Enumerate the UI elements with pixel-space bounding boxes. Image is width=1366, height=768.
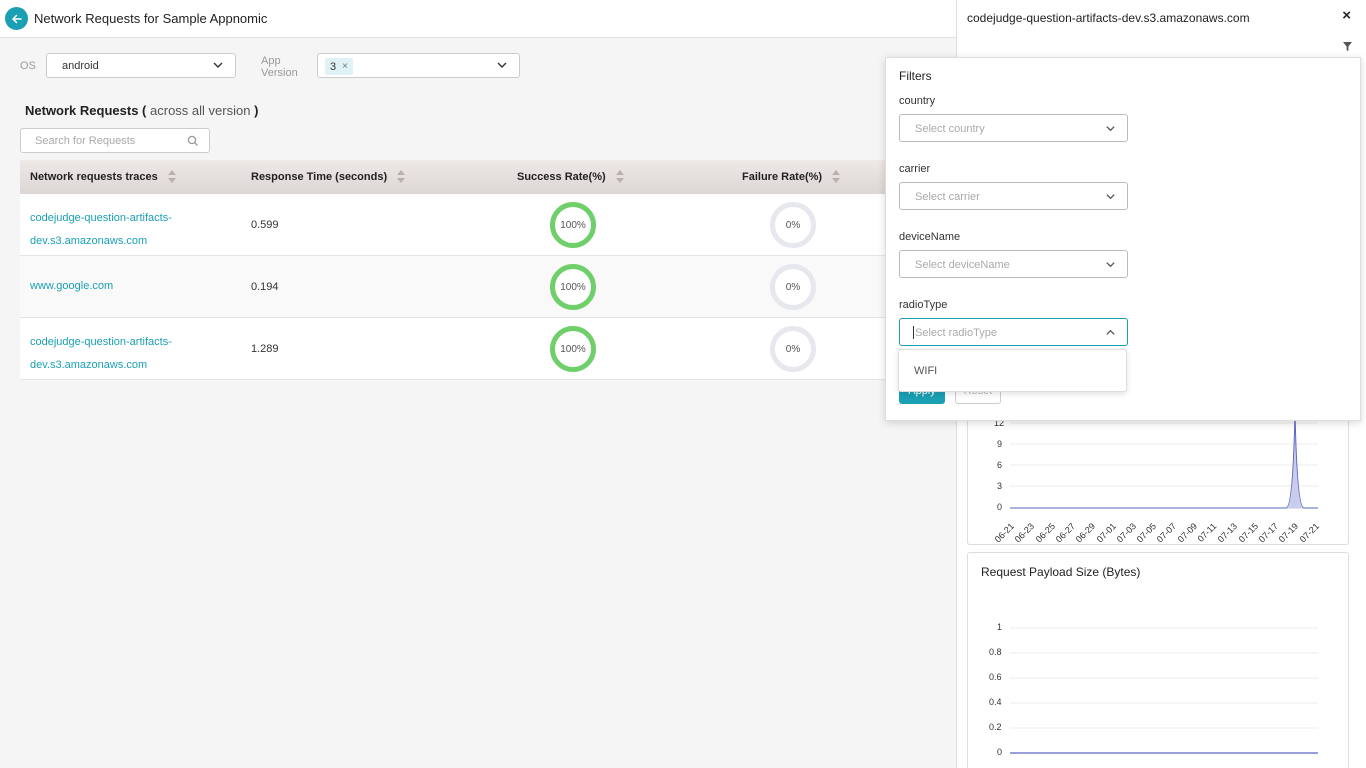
close-button[interactable]: × <box>1342 7 1351 24</box>
table-body: codejudge-question-artifacts-dev.s3.amaz… <box>20 194 956 380</box>
column-header-trace[interactable]: Network requests traces <box>30 170 177 183</box>
chevron-down-icon <box>1106 262 1115 268</box>
filter-funnel-icon[interactable] <box>1343 42 1352 51</box>
y-tick: 0.6 <box>989 672 1002 682</box>
chart-2-plot <box>1010 627 1318 754</box>
y-tick: 6 <box>997 460 1003 470</box>
section-title: Network Requests ( across all version ) <box>25 103 259 118</box>
carrier-select[interactable]: Select carrier <box>899 182 1128 210</box>
column-header-success[interactable]: Success Rate(%) <box>517 170 625 183</box>
country-select[interactable]: Select country <box>899 114 1128 142</box>
app-version-tag: 3 × <box>325 58 353 75</box>
response-time: 0.599 <box>251 219 279 231</box>
search-icon[interactable] <box>187 135 199 147</box>
country-label: country <box>899 95 936 107</box>
column-header-response[interactable]: Response Time (seconds) <box>251 170 406 183</box>
os-select-value: android <box>62 60 99 72</box>
chevron-up-icon <box>1106 329 1115 335</box>
failure-rate-donut: 0% <box>770 202 816 248</box>
app-version-label: App Version <box>261 55 298 79</box>
device-name-select[interactable]: Select deviceName <box>899 250 1128 278</box>
sort-icon[interactable] <box>832 170 841 183</box>
radio-type-select[interactable]: Select radioType <box>899 318 1128 346</box>
requests-table: Network requests traces Response Time (s… <box>20 160 956 380</box>
y-tick: 0.4 <box>989 697 1002 707</box>
trace-link[interactable]: codejudge-question-artifacts-dev.s3.amaz… <box>30 331 200 377</box>
response-time: 1.289 <box>251 343 279 355</box>
device-name-label: deviceName <box>899 231 961 243</box>
y-tick: 3 <box>997 481 1003 491</box>
text-caret <box>913 326 914 339</box>
dropdown-option-wifi[interactable]: WIFI <box>914 365 937 377</box>
y-tick: 9 <box>997 439 1003 449</box>
response-time: 0.194 <box>251 281 279 293</box>
filters-title: Filters <box>899 69 932 83</box>
os-label: OS <box>20 60 36 72</box>
success-rate-donut: 100% <box>550 202 596 248</box>
os-select[interactable]: android <box>46 53 236 78</box>
app-version-select[interactable]: 3 × <box>317 53 520 78</box>
back-button[interactable] <box>5 7 28 30</box>
y-tick: 0 <box>997 747 1003 757</box>
carrier-label: carrier <box>899 163 931 175</box>
chevron-down-icon <box>213 62 223 68</box>
y-tick: 1 <box>997 622 1003 632</box>
detail-title: codejudge-question-artifacts-dev.s3.amaz… <box>967 11 1250 25</box>
table-header: Network requests traces Response Time (s… <box>20 160 956 194</box>
trace-link[interactable]: www.google.com <box>30 275 200 298</box>
sort-icon[interactable] <box>167 170 177 183</box>
y-tick: 0 <box>997 502 1003 512</box>
trace-link[interactable]: codejudge-question-artifacts-dev.s3.amaz… <box>30 207 200 253</box>
success-rate-donut: 100% <box>550 264 596 310</box>
chart-card-2: Request Payload Size (Bytes) 1 0.8 0.6 0… <box>967 552 1349 768</box>
top-bar: Network Requests for Sample Appnomic <box>0 0 956 38</box>
y-tick: 0.2 <box>989 722 1002 732</box>
table-row[interactable]: codejudge-question-artifacts-dev.s3.amaz… <box>20 318 956 380</box>
search-input[interactable] <box>35 129 185 152</box>
tag-remove-button[interactable]: × <box>342 61 348 72</box>
radio-type-dropdown: WIFI <box>898 349 1127 392</box>
radio-type-label: radioType <box>899 299 948 311</box>
page-title: Network Requests for Sample Appnomic <box>34 11 268 26</box>
y-tick: 0.8 <box>989 647 1002 657</box>
arrow-left-icon <box>11 14 22 23</box>
column-header-failure[interactable]: Failure Rate(%) <box>742 170 841 183</box>
success-rate-donut: 100% <box>550 326 596 372</box>
search-box <box>20 128 210 153</box>
table-row[interactable]: codejudge-question-artifacts-dev.s3.amaz… <box>20 194 956 256</box>
sort-icon[interactable] <box>397 170 406 183</box>
chevron-down-icon <box>1106 194 1115 200</box>
chevron-down-icon <box>497 62 507 68</box>
chevron-down-icon <box>1106 126 1115 132</box>
failure-rate-donut: 0% <box>770 326 816 372</box>
table-row[interactable]: www.google.com 0.194 100% 0% <box>20 256 956 318</box>
sort-icon[interactable] <box>615 170 625 183</box>
failure-rate-donut: 0% <box>770 264 816 310</box>
